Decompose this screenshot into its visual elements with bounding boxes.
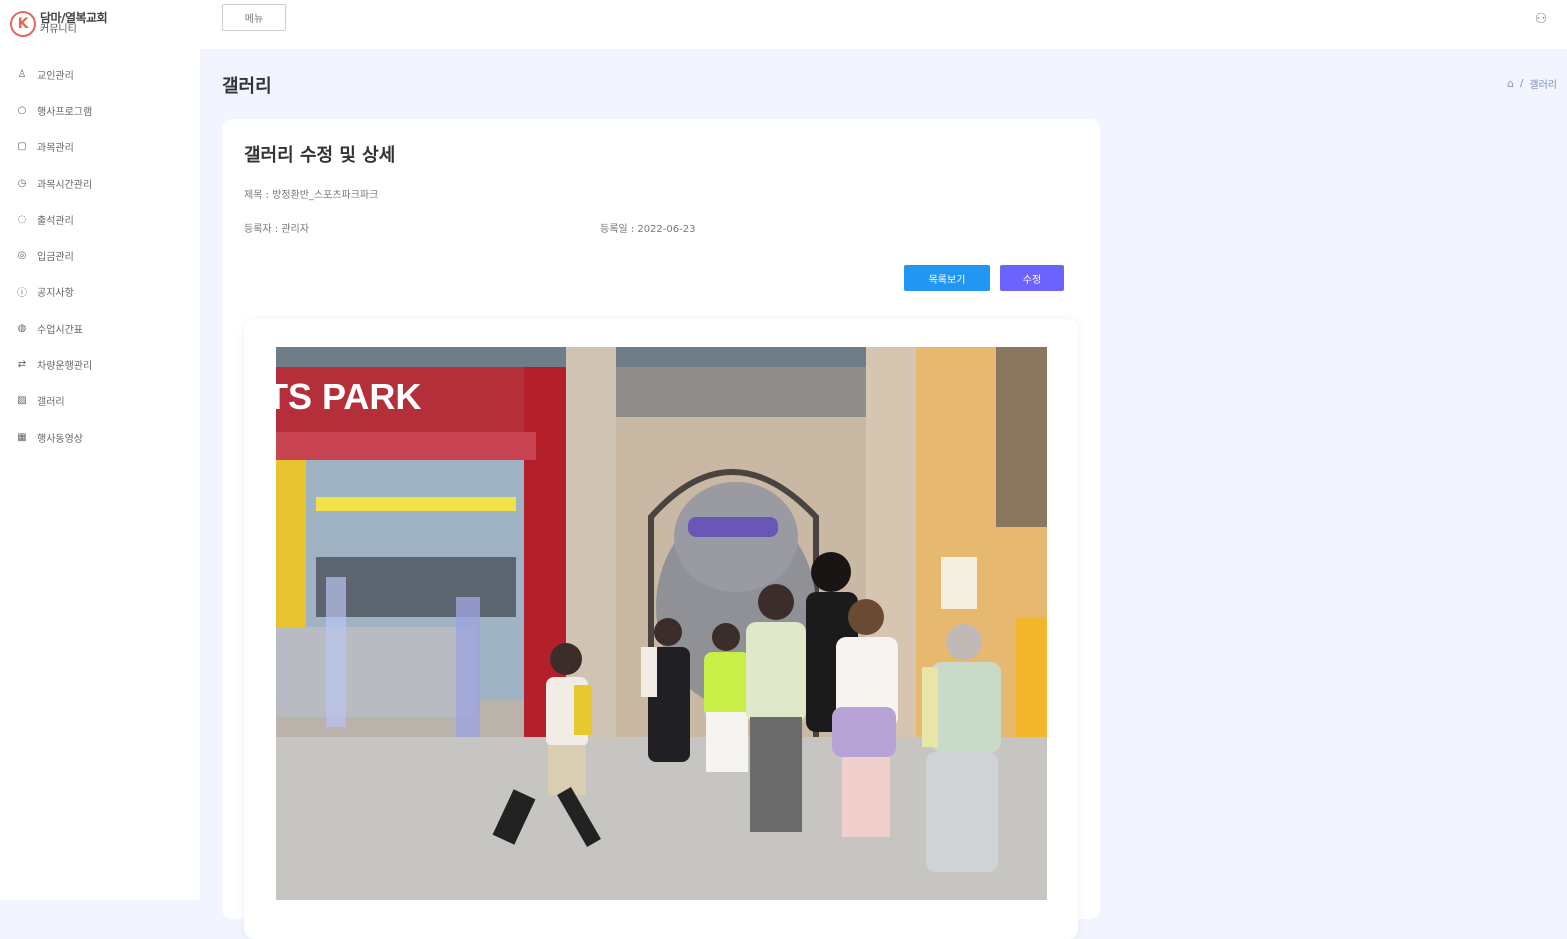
card-title: 갤러리 수정 및 상세 bbox=[244, 145, 396, 166]
sidebar-item-2[interactable]: ○ 행사프로그램 bbox=[0, 92, 200, 128]
sidebar-item-label: 입금관리 bbox=[37, 252, 74, 264]
sidebar-item-label: 과목시간관리 bbox=[37, 179, 93, 191]
sidebar: K 담마/열복교회 커뮤니티 ♙ 교인관리 ○ 행사프로그램 ▢ 과목관리 ◷ 과목시간관리 ◌… bbox=[0, 0, 200, 900]
breadcrumb-separator: / bbox=[1520, 78, 1524, 89]
photo-illustration: TS PARK bbox=[276, 347, 1047, 900]
gallery-photo: TS PARK bbox=[276, 347, 1047, 900]
post-author: 등록자 : 관리자 bbox=[244, 224, 309, 235]
sidebar-item-label: 공지사항 bbox=[37, 288, 74, 300]
post-title: 제목 : 방정환반_스포츠파크파크 bbox=[244, 190, 379, 201]
check-icon: ◌ bbox=[17, 213, 27, 225]
shield-icon: ◍ bbox=[17, 322, 27, 334]
sidebar-item-label: 행사동영상 bbox=[37, 433, 83, 445]
breadcrumb-current: 갤러리 bbox=[1529, 80, 1557, 91]
sidebar-item-8[interactable]: ◍ 수업시간표 bbox=[0, 310, 200, 346]
brand-subtitle: 커뮤니티 bbox=[40, 24, 77, 35]
calendar-icon: ▢ bbox=[17, 141, 27, 153]
sidebar-item-4[interactable]: ◷ 과목시간관리 bbox=[0, 165, 200, 201]
sidebar-item-11[interactable]: ▦ 행사동영상 bbox=[0, 419, 200, 455]
swap-icon: ⇄ bbox=[17, 359, 27, 371]
image-icon: ▨ bbox=[17, 395, 27, 407]
sidebar-item-label: 과목관리 bbox=[37, 143, 74, 155]
user-icon: ♙ bbox=[17, 68, 27, 80]
list-button[interactable]: 목록보기 bbox=[904, 265, 990, 291]
info-icon: ⓘ bbox=[17, 288, 27, 300]
sidebar-item-10[interactable]: ▨ 갤러리 bbox=[0, 383, 200, 419]
clock-icon: ◷ bbox=[17, 177, 27, 189]
menu-button[interactable]: 메뉴 bbox=[222, 4, 286, 31]
sidebar-item-9[interactable]: ⇄ 차량운행관리 bbox=[0, 346, 200, 382]
sidebar-item-label: 행사프로그램 bbox=[37, 106, 93, 118]
sidebar-item-6[interactable]: ◎ 입금관리 bbox=[0, 237, 200, 273]
sidebar-item-label: 갤러리 bbox=[37, 397, 65, 409]
badge-icon: ◎ bbox=[17, 250, 27, 262]
circle-icon: ○ bbox=[17, 104, 27, 116]
post-date: 등록일 : 2022-06-23 bbox=[600, 224, 696, 235]
sidebar-item-label: 출석관리 bbox=[37, 215, 74, 227]
breadcrumb: ⌂ / 갤러리 bbox=[1507, 76, 1557, 91]
sidebar-item-7[interactable]: ⓘ 공지사항 bbox=[0, 274, 200, 310]
home-icon[interactable]: ⌂ bbox=[1507, 77, 1514, 90]
brand-logo[interactable]: K 담마/열복교회 커뮤니티 bbox=[10, 9, 108, 39]
sidebar-item-5[interactable]: ◌ 출석관리 bbox=[0, 201, 200, 237]
sidebar-menu: ♙ 교인관리 ○ 행사프로그램 ▢ 과목관리 ◷ 과목시간관리 ◌ 출석관리 ◎ 입금관리 ⓘ 공지사항 ◍… bbox=[0, 56, 200, 455]
sidebar-item-label: 차량운행관리 bbox=[37, 361, 93, 373]
brand-name: 담마/열복교회 bbox=[40, 11, 108, 25]
logo-mark: K bbox=[10, 11, 36, 37]
page-title: 갤러리 bbox=[222, 76, 272, 97]
sidebar-item-label: 교인관리 bbox=[37, 70, 74, 82]
photo-sign-text: TS PARK bbox=[276, 376, 421, 417]
sidebar-item-label: 수업시간표 bbox=[37, 324, 83, 336]
user-circle-icon[interactable]: ⚇ bbox=[1533, 11, 1549, 27]
grid-icon: ▦ bbox=[17, 431, 27, 443]
edit-button[interactable]: 수정 bbox=[1000, 265, 1064, 291]
top-bar: 메뉴 ⚇ bbox=[200, 0, 1567, 49]
sidebar-item-1[interactable]: ♙ 교인관리 bbox=[0, 56, 200, 92]
sidebar-item-3[interactable]: ▢ 과목관리 bbox=[0, 129, 200, 165]
